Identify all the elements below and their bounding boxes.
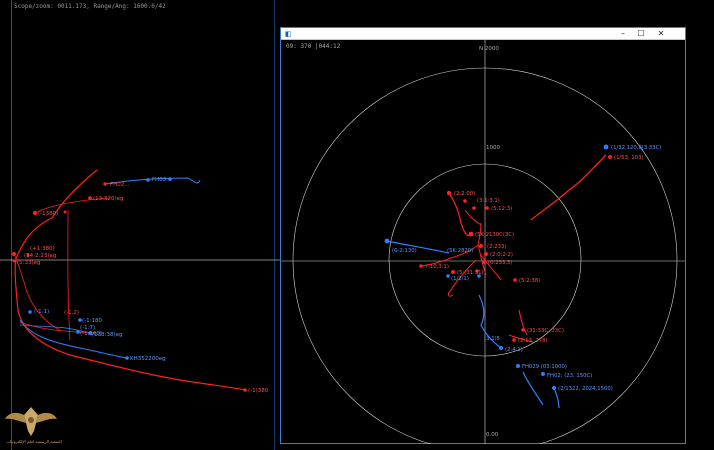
track-label: (2:13, 278) <box>518 338 548 344</box>
track-label: FH02: (23, 150C) <box>547 373 592 379</box>
track-label: (1/53, 103) <box>614 155 644 161</box>
track-label: (3:1)5 <box>484 336 500 342</box>
target-dot[interactable] <box>446 274 450 278</box>
track-label: (2:0:2:2) <box>490 252 513 258</box>
red-track-ne <box>530 154 607 221</box>
track-label: (+1:380) <box>30 246 55 252</box>
track-label: (5:2:38) <box>519 278 540 284</box>
track-label: (1/2/1) <box>451 276 469 282</box>
target-dot[interactable] <box>468 231 474 237</box>
track-label: (-1,2) <box>64 310 79 316</box>
track-label: (5K:2820) <box>447 248 473 254</box>
target-dot[interactable] <box>484 252 488 256</box>
target-dot[interactable] <box>33 211 37 215</box>
red-track-vertical <box>67 209 71 341</box>
track-label: (2:4:1) <box>505 347 523 353</box>
target-dot[interactable] <box>125 356 129 360</box>
track-label: (2:2:00) <box>454 191 475 197</box>
radar-app-icon: ◧ <box>285 30 292 38</box>
maximize-button[interactable]: ☐ <box>633 28 649 39</box>
red-track-north <box>448 192 472 237</box>
target-dot[interactable] <box>479 244 483 248</box>
target-dot[interactable] <box>28 310 32 314</box>
ring-label-north: N 2000 <box>479 46 499 52</box>
target-dot[interactable] <box>541 372 545 376</box>
track-label: (5:12:3) <box>491 206 512 212</box>
red-track-north2 <box>464 209 482 226</box>
watermark-text: المنصة الرسمية لعلم الإلكترونيات <box>6 439 62 444</box>
target-dot[interactable] <box>603 144 609 150</box>
track-label: (133:38)eg <box>92 332 123 338</box>
track-label: FH02... <box>110 182 130 188</box>
close-button[interactable]: ✕ <box>653 28 669 39</box>
watermark-logo: المنصة الرسمية لعلم الإلكترونيات <box>4 403 62 448</box>
target-dot[interactable] <box>384 238 390 244</box>
track-label: (2:233) <box>487 244 506 250</box>
track-label: (13:320)eg <box>93 196 124 202</box>
target-dot[interactable] <box>608 155 612 159</box>
target-dot[interactable] <box>243 388 247 392</box>
target-dot[interactable] <box>513 278 517 282</box>
blue-track-mid <box>19 324 86 333</box>
ring-label-south: 0.00 <box>486 432 499 438</box>
target-dot[interactable] <box>521 328 525 332</box>
track-label: KH352200eg <box>130 356 166 362</box>
radar-plot[interactable]: N 2000 1000 0.00 (1/32,120,8(3,33C) (1/5… <box>281 40 685 444</box>
radar-window[interactable]: ◧ – ☐ ✕ 09: 370 |044:12 N 2000 1000 0.00 <box>280 27 686 444</box>
target-dot[interactable] <box>88 196 92 200</box>
target-dot[interactable] <box>499 346 503 350</box>
target-dot[interactable] <box>485 206 489 210</box>
target-dot[interactable] <box>463 199 467 203</box>
track-label: (31:33C, 33C) <box>527 328 564 334</box>
blue-track-far-south <box>522 371 544 406</box>
track-label: (2/1322, 2024,1500) <box>558 386 613 392</box>
track-label: (34:2:23)eg <box>24 253 56 259</box>
target-dot[interactable] <box>419 264 423 268</box>
target-dot[interactable] <box>12 252 16 256</box>
target-dot[interactable] <box>472 206 476 210</box>
target-dot[interactable] <box>552 386 556 390</box>
target-dot[interactable] <box>103 182 107 186</box>
target-dot[interactable] <box>446 190 452 196</box>
ring-label-inner: 1000 <box>486 145 500 151</box>
target-dot[interactable] <box>63 210 67 214</box>
track-label: (-1:180 <box>82 318 102 324</box>
window-titlebar[interactable]: ◧ – ☐ ✕ <box>281 28 685 40</box>
track-label: (3:1:3.1) <box>477 198 500 204</box>
target-dot[interactable] <box>146 178 150 182</box>
target-dot[interactable] <box>451 270 455 274</box>
track-label: (0:233,3) <box>488 260 512 266</box>
track-label: (5K:2130C(3C) <box>475 232 514 238</box>
track-label: (5:33)eg <box>17 260 41 266</box>
track-label: FH029 (03:1000) <box>522 364 567 370</box>
target-dot[interactable] <box>12 259 16 263</box>
minimize-button[interactable]: – <box>615 28 631 39</box>
track-label: (-10,3:1) <box>426 264 449 270</box>
target-dot[interactable] <box>512 338 516 342</box>
track-label: FH03... <box>152 177 172 183</box>
track-label: (6-2:130) <box>392 248 417 254</box>
track-label: (-1)380 <box>248 388 269 394</box>
track-label: (-1380) <box>38 211 58 217</box>
target-dot[interactable] <box>482 260 486 264</box>
track-label: (1/32,120,8(3,33C) <box>611 145 661 151</box>
target-dot[interactable] <box>516 364 520 368</box>
track-label: (-1:1) <box>34 309 49 315</box>
eagle-emblem-icon <box>5 407 57 436</box>
